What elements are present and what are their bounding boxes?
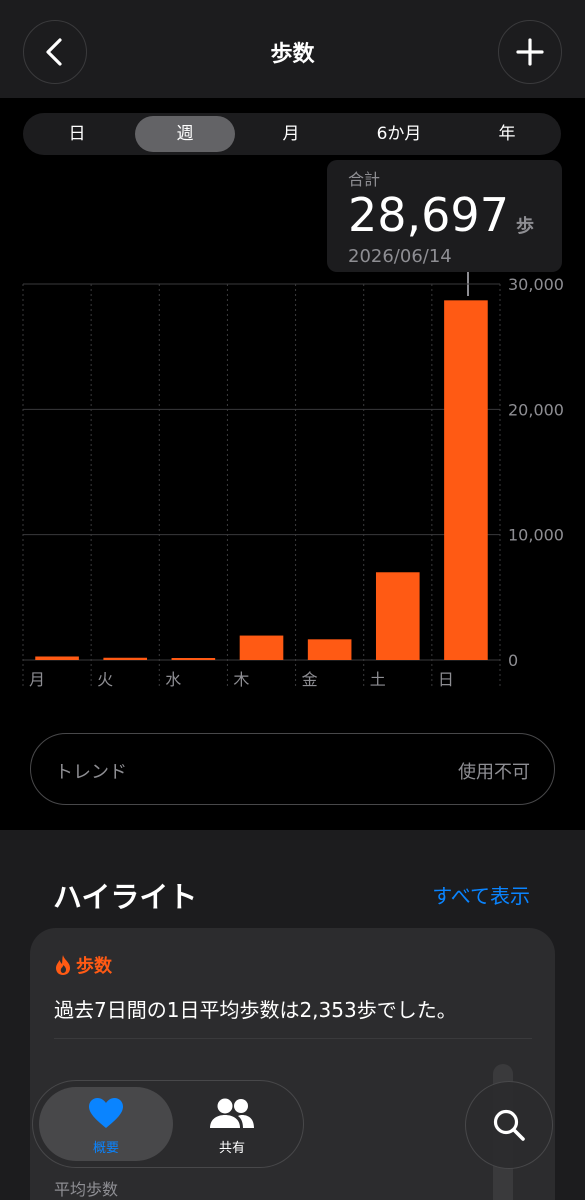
trend-row[interactable]: トレンド 使用不可 <box>30 733 555 805</box>
flame-icon <box>56 955 70 975</box>
steps-bar-chart[interactable]: 0 10,000 20,000 30,000 月 火 水 木 金 土 日 <box>0 270 585 700</box>
tab-sharing[interactable]: 共有 <box>165 1087 299 1161</box>
trend-value: 使用不可 <box>458 762 530 783</box>
bar-金 <box>307 639 352 660</box>
tab-summary[interactable]: 概要 <box>39 1087 173 1161</box>
tab-sharing-label: 共有 <box>218 1141 245 1156</box>
search-icon <box>493 1109 525 1141</box>
bar-水 <box>171 658 216 660</box>
trend-label: トレンド <box>55 762 127 783</box>
highlight-summary: 過去7日間の1日平均歩数は2,353歩でした。 <box>54 998 457 1022</box>
tab-summary-label: 概要 <box>92 1141 119 1156</box>
highlights-title: ハイライト <box>53 880 198 914</box>
bar-火 <box>103 657 148 660</box>
segment-year[interactable]: 年 <box>457 116 557 152</box>
segment-day[interactable]: 日 <box>23 116 131 152</box>
plus-icon <box>516 38 544 66</box>
heart-icon <box>39 1097 173 1131</box>
tooltip-date: 2026/06/14 <box>348 246 452 267</box>
show-all-link[interactable]: すべて表示 <box>432 880 530 909</box>
highlight-category-label: 歩数 <box>76 956 112 977</box>
x-tick-label: 月 <box>29 670 45 689</box>
period-segmented-control: 日 週 月 6か月 年 <box>23 113 561 155</box>
y-tick-label: 20,000 <box>508 400 564 419</box>
bar-木 <box>239 635 284 660</box>
add-data-button[interactable] <box>498 20 562 84</box>
divider <box>54 1038 532 1039</box>
segment-month[interactable]: 月 <box>241 116 341 152</box>
tooltip-label: 合計 <box>348 170 381 189</box>
bar-土 <box>375 572 420 660</box>
tab-bar: 概要 共有 <box>32 1080 304 1168</box>
x-tick-label: 火 <box>97 670 113 689</box>
tooltip-unit: 歩 <box>516 216 534 237</box>
highlight-sub-label: 平均歩数 <box>54 1180 119 1199</box>
nav-header: 歩数 <box>0 0 585 98</box>
x-tick-label: 金 <box>302 670 318 689</box>
segment-6-months[interactable]: 6か月 <box>349 116 449 152</box>
bar-月 <box>35 656 79 660</box>
highlight-category: 歩数 <box>54 952 112 978</box>
x-tick-label: 木 <box>233 670 249 689</box>
y-tick-label: 30,000 <box>508 275 564 294</box>
search-button[interactable] <box>465 1081 553 1169</box>
segment-week[interactable]: 週 <box>135 116 235 152</box>
x-tick-label: 土 <box>370 670 386 689</box>
tooltip-value: 28,697 <box>348 188 509 242</box>
x-tick-label: 日 <box>438 670 454 689</box>
bar-日 <box>444 300 488 660</box>
people-icon <box>165 1097 299 1131</box>
y-tick-label: 10,000 <box>508 526 564 545</box>
y-tick-label: 0 <box>508 651 518 670</box>
x-tick-label: 水 <box>165 670 181 689</box>
selection-tooltip: 合計 28,697 歩 2026/06/14 <box>327 160 562 272</box>
